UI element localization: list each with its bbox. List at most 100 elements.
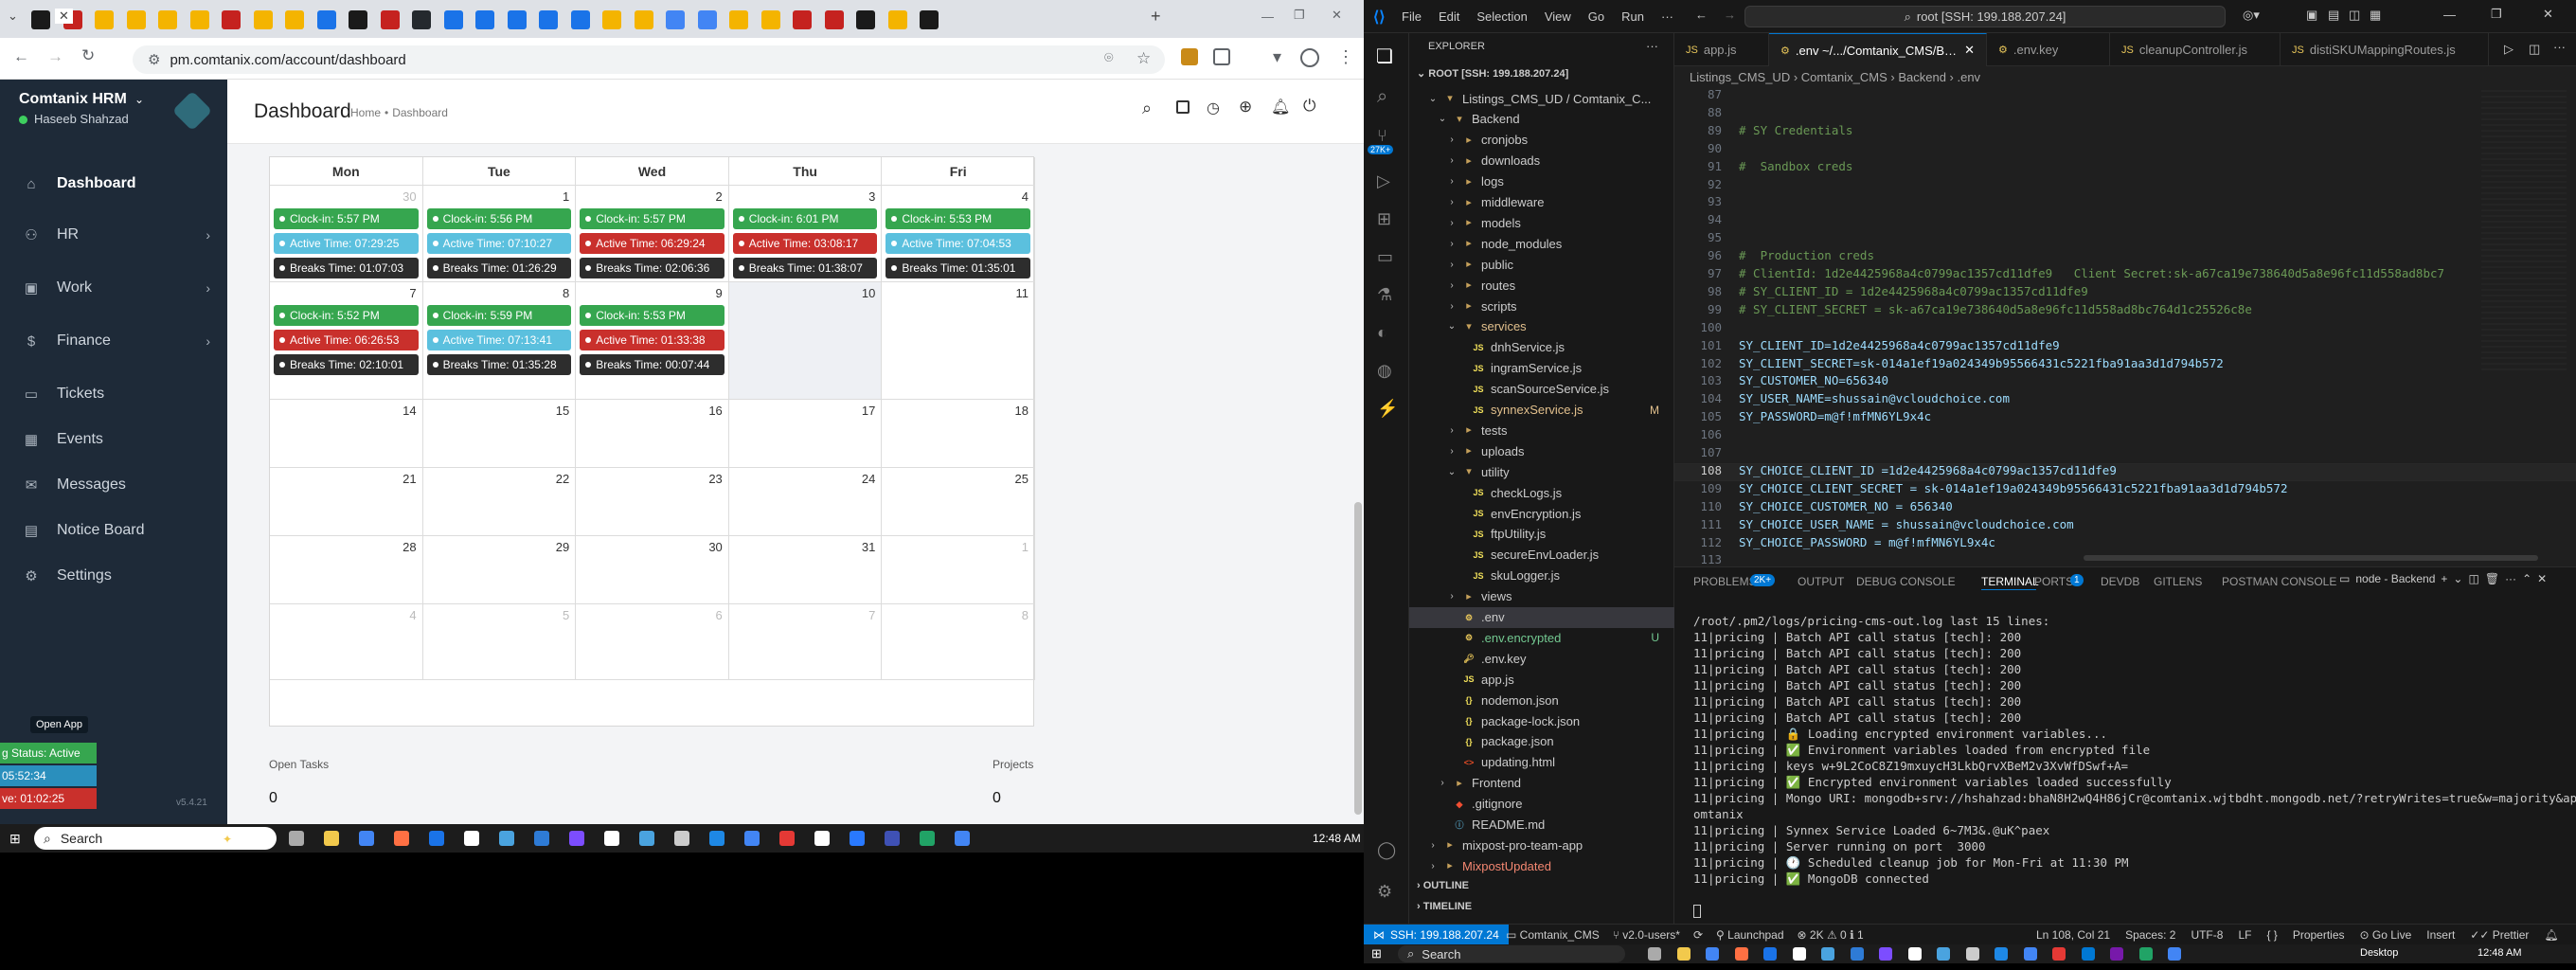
- command-center[interactable]: ⌕ root [SSH: 199.188.207.24]: [1744, 6, 2226, 27]
- trash-icon[interactable]: 🗑︎: [2485, 572, 2499, 585]
- browser-tab[interactable]: [788, 7, 816, 33]
- tree-item-env-encrypted[interactable]: ⚙ .env.encrypted U: [1409, 627, 1674, 648]
- postman-icon[interactable]: ⚡: [1377, 399, 1398, 419]
- sync-icon[interactable]: ⟳: [1693, 928, 1703, 942]
- code-line[interactable]: SY_CHOICE_USER_NAME = shussain@vcloudcho…: [1739, 517, 2074, 531]
- calendar-day-cell[interactable]: 18: [882, 400, 1035, 468]
- break-time-event[interactable]: Breaks Time: 01:07:03: [274, 258, 419, 278]
- taskbar-app-icon[interactable]: [464, 831, 479, 846]
- menu-file[interactable]: File: [1402, 9, 1422, 24]
- menu-selection[interactable]: Selection: [1476, 9, 1527, 24]
- tree-item-logs[interactable]: › ▸ logs: [1409, 171, 1674, 192]
- tree-item-env-key[interactable]: 🔑︎ .env.key: [1409, 648, 1674, 669]
- page-scrollbar[interactable]: [1354, 502, 1362, 815]
- taskbar-app-icon[interactable]: [779, 831, 795, 846]
- calendar-day-cell[interactable]: 5: [422, 604, 577, 680]
- editor-tab[interactable]: JS distiSKUMappingRoutes.js: [2281, 33, 2489, 66]
- folder-status[interactable]: ▭ Comtanix_CMS: [1506, 928, 1600, 942]
- browser-tab[interactable]: [757, 7, 785, 33]
- taskbar-app-icon[interactable]: [604, 831, 619, 846]
- browser-tab[interactable]: [820, 7, 849, 33]
- taskbar-app-icon[interactable]: [2023, 947, 2037, 961]
- explorer-icon[interactable]: ❏: [1376, 45, 1393, 68]
- browser-tab[interactable]: [630, 7, 658, 33]
- encoding-status[interactable]: UTF-8: [2191, 928, 2223, 942]
- taskbar-app-icon[interactable]: [744, 831, 760, 846]
- browser-tab[interactable]: [153, 7, 182, 33]
- new-tab-button[interactable]: +: [1151, 7, 1161, 27]
- remote-explorer-icon[interactable]: ▭: [1377, 247, 1393, 267]
- nav-item-dashboard[interactable]: ⌂ Dashboard: [0, 163, 227, 205]
- taskbar-app-icon[interactable]: [1879, 947, 1892, 961]
- calendar-day-cell[interactable]: 22: [422, 468, 577, 536]
- tab-list-icon[interactable]: ⌄: [8, 9, 18, 24]
- search-icon[interactable]: ⌕: [1142, 99, 1152, 118]
- copilot-search-icon[interactable]: ✦: [223, 833, 232, 846]
- code-line[interactable]: SY_USER_NAME=shussain@vcloudchoice.com: [1739, 391, 2010, 405]
- remote-indicator[interactable]: ⋈ SSH: 199.188.207.24: [1364, 925, 1509, 944]
- nav-item-finance[interactable]: $ Finance ›: [0, 320, 227, 362]
- browser-tab[interactable]: [186, 7, 214, 33]
- menu-go[interactable]: Go: [1588, 9, 1604, 24]
- nav-item-hr[interactable]: ⚇ HR ›: [0, 214, 227, 256]
- launchpad-status[interactable]: ⚲ Launchpad: [1716, 928, 1784, 942]
- calendar-day-cell[interactable]: 21: [270, 468, 423, 536]
- search-icon[interactable]: ⌕: [1377, 86, 1387, 108]
- code-line[interactable]: SY_PASSWORD=m@f!mfMN6YL9x4c: [1739, 409, 1931, 423]
- notifications-bell-icon[interactable]: 🔔︎: [2544, 928, 2558, 942]
- split-editor-icon[interactable]: ◫: [2529, 42, 2540, 57]
- panel-tab-debug-console[interactable]: DEBUG CONSOLE: [1856, 575, 1956, 588]
- taskbar-app-icon[interactable]: [499, 831, 514, 846]
- calendar-day-cell[interactable]: 11: [882, 282, 1035, 400]
- power-icon[interactable]: ⏻: [1303, 97, 1315, 116]
- tree-item-nodemon-json[interactable]: {} nodemon.json: [1409, 690, 1674, 710]
- active-tab-close-icon[interactable]: ✕: [55, 9, 73, 24]
- branch-status[interactable]: ⑂ v2.0-users*: [1613, 928, 1680, 942]
- tree-item-public[interactable]: › ▸ public: [1409, 254, 1674, 275]
- nav-item-tickets[interactable]: ▭ Tickets: [0, 373, 227, 415]
- golive-status[interactable]: ⊙ Go Live: [2360, 928, 2412, 942]
- taskbar-app-icon[interactable]: [1907, 947, 1922, 961]
- terminal-selector[interactable]: ▭ node - Backend + ⌄ ◫ 🗑︎ ··· ⌃ ✕: [2339, 572, 2547, 585]
- nav-back-icon[interactable]: ←: [1695, 8, 1708, 22]
- nav-item-events[interactable]: ▦ Events: [0, 419, 227, 460]
- clock-in-event[interactable]: Clock-in: 5:57 PM: [580, 208, 724, 229]
- more-actions-icon[interactable]: ···: [1646, 39, 1658, 53]
- tree-item-uploads[interactable]: › ▸ uploads: [1409, 440, 1674, 461]
- minimap[interactable]: [2481, 90, 2567, 374]
- accounts-icon[interactable]: ◯: [1377, 840, 1396, 860]
- problems-status[interactable]: ⊗ 2K ⚠ 0 ℹ 1: [1798, 928, 1864, 942]
- taskbar-app-icon[interactable]: [1734, 947, 1748, 961]
- tree-item-utility[interactable]: ⌄ ▾ utility: [1409, 461, 1674, 482]
- source-control-icon[interactable]: ⑂: [1377, 126, 1387, 146]
- tree-item-scansourceservice-js[interactable]: JS scanSourceService.js: [1409, 379, 1674, 400]
- taskbar-app-icon[interactable]: [2138, 947, 2153, 961]
- editor-hscrollbar[interactable]: [2084, 555, 2538, 561]
- panel-tab-terminal[interactable]: TERMINAL: [1981, 575, 2039, 588]
- calendar-day-cell[interactable]: 23: [576, 468, 729, 536]
- taskbar-app-icon[interactable]: [429, 831, 444, 846]
- tree-item-envencryption-js[interactable]: JS envEncryption.js: [1409, 503, 1674, 524]
- timeline-section[interactable]: › TIMELINE: [1417, 901, 1472, 912]
- windows-start-icon[interactable]: ⊞: [1371, 946, 1382, 961]
- extensions-puzzle-icon[interactable]: [1213, 48, 1230, 65]
- add-circle-icon[interactable]: ⊕: [1239, 98, 1252, 117]
- close-tab-icon[interactable]: ✕: [1964, 43, 1975, 58]
- clock-in-event[interactable]: Clock-in: 5:53 PM: [886, 208, 1030, 229]
- nav-item-settings[interactable]: ⚙ Settings: [0, 555, 227, 597]
- menu-more[interactable]: ···: [1661, 9, 1673, 24]
- close-panel-icon[interactable]: ✕: [2537, 572, 2547, 585]
- menu-view[interactable]: View: [1545, 9, 1571, 24]
- breadcrumb-home[interactable]: Home: [350, 106, 381, 119]
- tree-item-package-json[interactable]: {} package.json: [1409, 731, 1674, 752]
- calendar-day-cell[interactable]: 31: [728, 536, 883, 604]
- clock-in-event[interactable]: Clock-in: 5:59 PM: [426, 305, 572, 326]
- taskbar-app-icon[interactable]: [289, 831, 304, 846]
- active-time-event[interactable]: Active Time: 07:10:27: [426, 233, 572, 254]
- location-icon[interactable]: ⌾: [1104, 50, 1114, 67]
- nav-forward-icon[interactable]: →: [1724, 8, 1736, 22]
- tree-item-app-js[interactable]: JS app.js: [1409, 669, 1674, 690]
- calendar-day-cell[interactable]: 24: [728, 468, 883, 536]
- tree-item-backend[interactable]: ⌄ ▾ Backend: [1409, 109, 1674, 130]
- clock-in-event[interactable]: Clock-in: 5:57 PM: [274, 208, 419, 229]
